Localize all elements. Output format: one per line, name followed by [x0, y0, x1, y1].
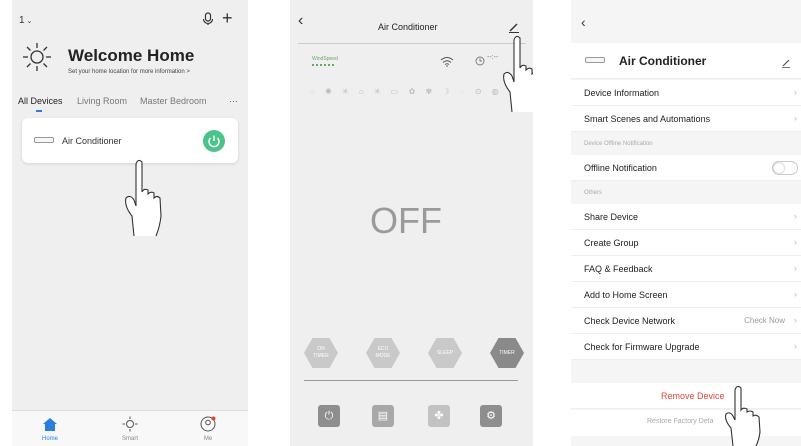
home-icon[interactable] — [42, 417, 58, 437]
section-header-others: Others — [584, 190, 603, 196]
home-screen: 1 ⌄ + Welcome Home Set your home locatio… — [12, 0, 248, 446]
row-label: Add to Home Screen — [584, 290, 668, 300]
device-settings-screen: ‹ Air Conditioner Device Information › S… — [571, 0, 801, 446]
back-button[interactable]: ‹ — [298, 12, 303, 30]
device-name: Air Conditioner — [619, 54, 707, 68]
settings-icon[interactable]: ⚙ — [480, 405, 502, 427]
smart-scenes-row[interactable]: Smart Scenes and Automations › — [571, 106, 801, 132]
add-to-home-screen-row[interactable]: Add to Home Screen › — [571, 282, 801, 308]
timer-readout: --:-- — [487, 54, 499, 61]
row-label: Check for Firmware Upgrade — [584, 342, 700, 352]
chevron-right-icon: › — [794, 263, 797, 273]
welcome-title: Welcome Home — [68, 46, 195, 65]
windspeed-bars — [312, 64, 334, 66]
profile-icon[interactable] — [200, 416, 216, 437]
check-now-label[interactable]: Check Now — [744, 316, 785, 325]
section-header-offline: Device Offline Notification — [584, 141, 653, 147]
tab-all-devices[interactable]: All Devices — [18, 96, 63, 106]
chevron-right-icon: › — [794, 113, 797, 123]
chevron-right-icon: › — [794, 289, 797, 299]
tab-living-room[interactable]: Living Room — [77, 96, 127, 106]
chevron-right-icon: › — [794, 237, 797, 247]
power-status-text: OFF — [370, 200, 442, 241]
active-tab-indicator — [36, 110, 42, 112]
restore-factory-label: Restore Factory Defa — [647, 418, 714, 425]
back-button[interactable]: ‹ — [581, 14, 586, 30]
device-control-screen: ‹ Air Conditioner WindSpeed --:-- ◌ ✺ ✳ … — [290, 0, 533, 446]
faq-feedback-row[interactable]: FAQ & Feedback › — [571, 256, 801, 282]
remove-device-label: Remove Device — [661, 391, 725, 401]
row-label: Smart Scenes and Automations — [584, 114, 711, 124]
device-name: Air Conditioner — [62, 136, 122, 146]
row-label: Device Information — [584, 88, 660, 98]
check-device-network-row[interactable]: Check Device Network Check Now › — [571, 308, 801, 334]
timer-button[interactable]: TIMER — [490, 338, 524, 368]
clock-icon — [475, 53, 485, 71]
nav-smart-label[interactable]: Smart — [110, 436, 150, 442]
device-header: Air Conditioner — [571, 43, 801, 79]
power-icon[interactable]: ⏻ — [318, 405, 340, 427]
pointing-hand-illustration — [503, 35, 533, 113]
share-device-row[interactable]: Share Device › — [571, 204, 801, 230]
chevron-right-icon: › — [794, 341, 797, 351]
ac-unit-icon — [585, 57, 605, 63]
create-group-row[interactable]: Create Group › — [571, 230, 801, 256]
title-divider — [298, 43, 526, 44]
chevron-right-icon: › — [794, 315, 797, 325]
set-location-link[interactable]: Set your home location for more informat… — [68, 69, 190, 75]
pointing-hand-illustration — [125, 159, 162, 237]
sun-icon — [22, 42, 52, 77]
edit-icon[interactable] — [781, 55, 791, 73]
wifi-icon — [440, 54, 454, 72]
controls-divider — [304, 380, 518, 381]
row-label: FAQ & Feedback — [584, 264, 653, 274]
nav-me-label[interactable]: Me — [188, 436, 228, 442]
chevron-right-icon: › — [794, 87, 797, 97]
pointing-hand-illustration — [725, 385, 761, 446]
microphone-icon[interactable] — [202, 12, 214, 31]
device-information-row[interactable]: Device Information › — [571, 80, 801, 106]
sleep-button[interactable]: SLEEP — [428, 338, 462, 368]
windspeed-label: WindSpeed — [312, 56, 338, 62]
offline-notification-toggle[interactable] — [772, 161, 798, 175]
mode-icon: ◌ ✺ ✳ ⌂ ✳ ▭ ✿ ✾ ☽ ◌ ⊙ ◍ ∅ — [310, 87, 520, 96]
display-icon[interactable]: ▤ — [372, 405, 394, 427]
eco-mode-button[interactable]: ECO MODE — [366, 338, 400, 368]
add-device-icon[interactable]: + — [222, 8, 233, 29]
row-label: Offline Notification — [584, 163, 657, 173]
tab-master-bedroom[interactable]: Master Bedroom — [140, 96, 207, 106]
firmware-upgrade-row[interactable]: Check for Firmware Upgrade › — [571, 334, 801, 360]
device-card[interactable]: Air Conditioner — [22, 118, 238, 163]
home-selector[interactable]: 1 ⌄ — [19, 15, 32, 26]
row-label: Check Device Network — [584, 316, 676, 326]
more-tabs-button[interactable]: ··· — [229, 96, 238, 106]
ac-unit-icon — [34, 137, 54, 143]
power-toggle-button[interactable] — [203, 130, 225, 152]
fan-icon[interactable]: ✤ — [428, 405, 450, 427]
nav-home-label[interactable]: Home — [30, 436, 70, 442]
sun-icon[interactable] — [122, 416, 138, 437]
row-label: Share Device — [584, 212, 639, 222]
mode-icon-strip: ◌ ✺ ✳ ⌂ ✳ ▭ ✿ ✾ ☽ ◌ ⊙ ◍ ∅ — [310, 87, 520, 96]
row-label: Create Group — [584, 238, 639, 248]
on-timer-button[interactable]: ON TIMER — [304, 338, 338, 368]
device-title: Air Conditioner — [378, 22, 438, 32]
offline-notification-row[interactable]: Offline Notification — [571, 155, 801, 181]
bottom-nav: Home Smart Me — [12, 410, 248, 446]
chevron-right-icon: › — [794, 211, 797, 221]
